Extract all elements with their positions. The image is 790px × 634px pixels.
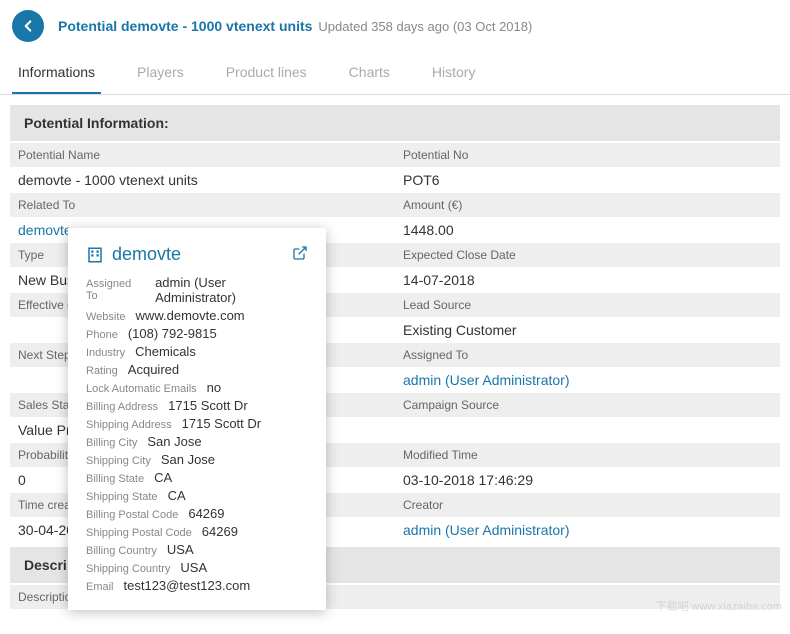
popup-field-label: Website [86,311,126,323]
popup-field-value: CA [154,470,172,485]
tab-players[interactable]: Players [131,52,190,94]
popup-row: Assigned To admin (User Administrator) [86,275,308,305]
popup-field-label: Industry [86,347,125,359]
open-external-button[interactable] [292,245,308,264]
page-subtitle: Updated 358 days ago (03 Oct 2018) [318,19,532,34]
popup-title[interactable]: demovte [112,244,181,265]
popup-field-value: San Jose [161,452,215,467]
value-lead-source[interactable]: Existing Customer [395,317,780,343]
label-lead-source: Lead Source [395,293,780,317]
popup-row: Billing Postal Code 64269 [86,506,308,521]
popup-field-label: Shipping State [86,491,158,503]
popup-field-label: Billing Country [86,545,157,557]
value-amount[interactable]: 1448.00 [395,217,780,243]
label-amount: Amount (€) [395,193,780,217]
popup-row: Shipping State CA [86,488,308,503]
popup-row: Billing Country USA [86,542,308,557]
popup-row: Billing State CA [86,470,308,485]
popup-row: Lock Automatic Emails no [86,380,308,395]
page-title: Potential demovte - 1000 vtenext units [58,18,312,34]
popup-field-label: Phone [86,329,118,341]
popup-field-label: Assigned To [86,278,145,302]
popup-field-value: USA [167,542,194,557]
related-popup: demovte Assigned To admin (User Administr… [68,228,326,610]
value-campaign-source[interactable] [395,417,780,439]
label-modified-time: Modified Time [395,443,780,467]
popup-field-label: Shipping City [86,455,151,467]
tab-product-lines[interactable]: Product lines [220,52,313,94]
popup-field-value: 1715 Scott Dr [182,416,262,431]
popup-row: Industry Chemicals [86,344,308,359]
label-creator: Creator [395,493,780,517]
label-expected-close: Expected Close Date [395,243,780,267]
popup-row: Website www.demovte.com [86,308,308,323]
tab-history[interactable]: History [426,52,482,94]
external-link-icon [292,245,308,261]
value-modified-time[interactable]: 03-10-2018 17:46:29 [395,467,780,493]
popup-field-label: Billing City [86,437,137,449]
tabs: Informations Players Product lines Chart… [0,52,790,95]
tab-informations[interactable]: Informations [12,52,101,94]
label-potential-name: Potential Name [10,143,395,167]
popup-field-label: Billing State [86,473,144,485]
popup-field-label: Lock Automatic Emails [86,383,197,395]
popup-field-label: Rating [86,365,118,377]
popup-field-label: Billing Address [86,401,158,413]
popup-row: Shipping Country USA [86,560,308,575]
popup-field-value: 64269 [202,524,238,539]
value-expected-close[interactable]: 14-07-2018 [395,267,780,293]
popup-row: Billing City San Jose [86,434,308,449]
arrow-left-icon [19,17,37,35]
label-related-to: Related To [10,193,395,217]
building-icon [86,246,104,264]
popup-field-value: (108) 792-9815 [128,326,217,341]
popup-field-label: Shipping Country [86,563,170,575]
value-creator[interactable]: admin (User Administrator) [395,517,780,543]
popup-row: Rating Acquired [86,362,308,377]
popup-row: Phone (108) 792-9815 [86,326,308,341]
popup-field-label: Shipping Address [86,419,172,431]
tab-charts[interactable]: Charts [343,52,396,94]
popup-row: Shipping Postal Code 64269 [86,524,308,539]
popup-field-label: Billing Postal Code [86,509,178,521]
value-potential-name[interactable]: demovte - 1000 vtenext units [10,167,395,193]
popup-field-value: Acquired [128,362,179,377]
popup-field-value: Chemicals [135,344,196,359]
label-assigned-to: Assigned To [395,343,780,367]
label-potential-no: Potential No [395,143,780,167]
popup-row: Billing Address 1715 Scott Dr [86,398,308,413]
label-campaign-source: Campaign Source [395,393,780,417]
popup-field-value: www.demovte.com [136,308,245,323]
popup-field-value: USA [180,560,207,575]
popup-row: Shipping City San Jose [86,452,308,467]
popup-field-value: test123@test123.com [124,578,251,593]
popup-field-value: no [207,380,221,395]
back-button[interactable] [12,10,44,42]
popup-row: Email test123@test123.com [86,578,308,593]
popup-field-value: San Jose [147,434,201,449]
value-assigned-to[interactable]: admin (User Administrator) [395,367,780,393]
popup-field-value: CA [168,488,186,503]
value-potential-no[interactable]: POT6 [395,167,780,193]
popup-field-value: admin (User Administrator) [155,275,308,305]
popup-row: Shipping Address 1715 Scott Dr [86,416,308,431]
popup-field-value: 1715 Scott Dr [168,398,248,413]
popup-field-value: 64269 [188,506,224,521]
popup-field-label: Email [86,581,114,593]
popup-field-label: Shipping Postal Code [86,527,192,539]
section-potential-info: Potential Information: [10,105,780,141]
